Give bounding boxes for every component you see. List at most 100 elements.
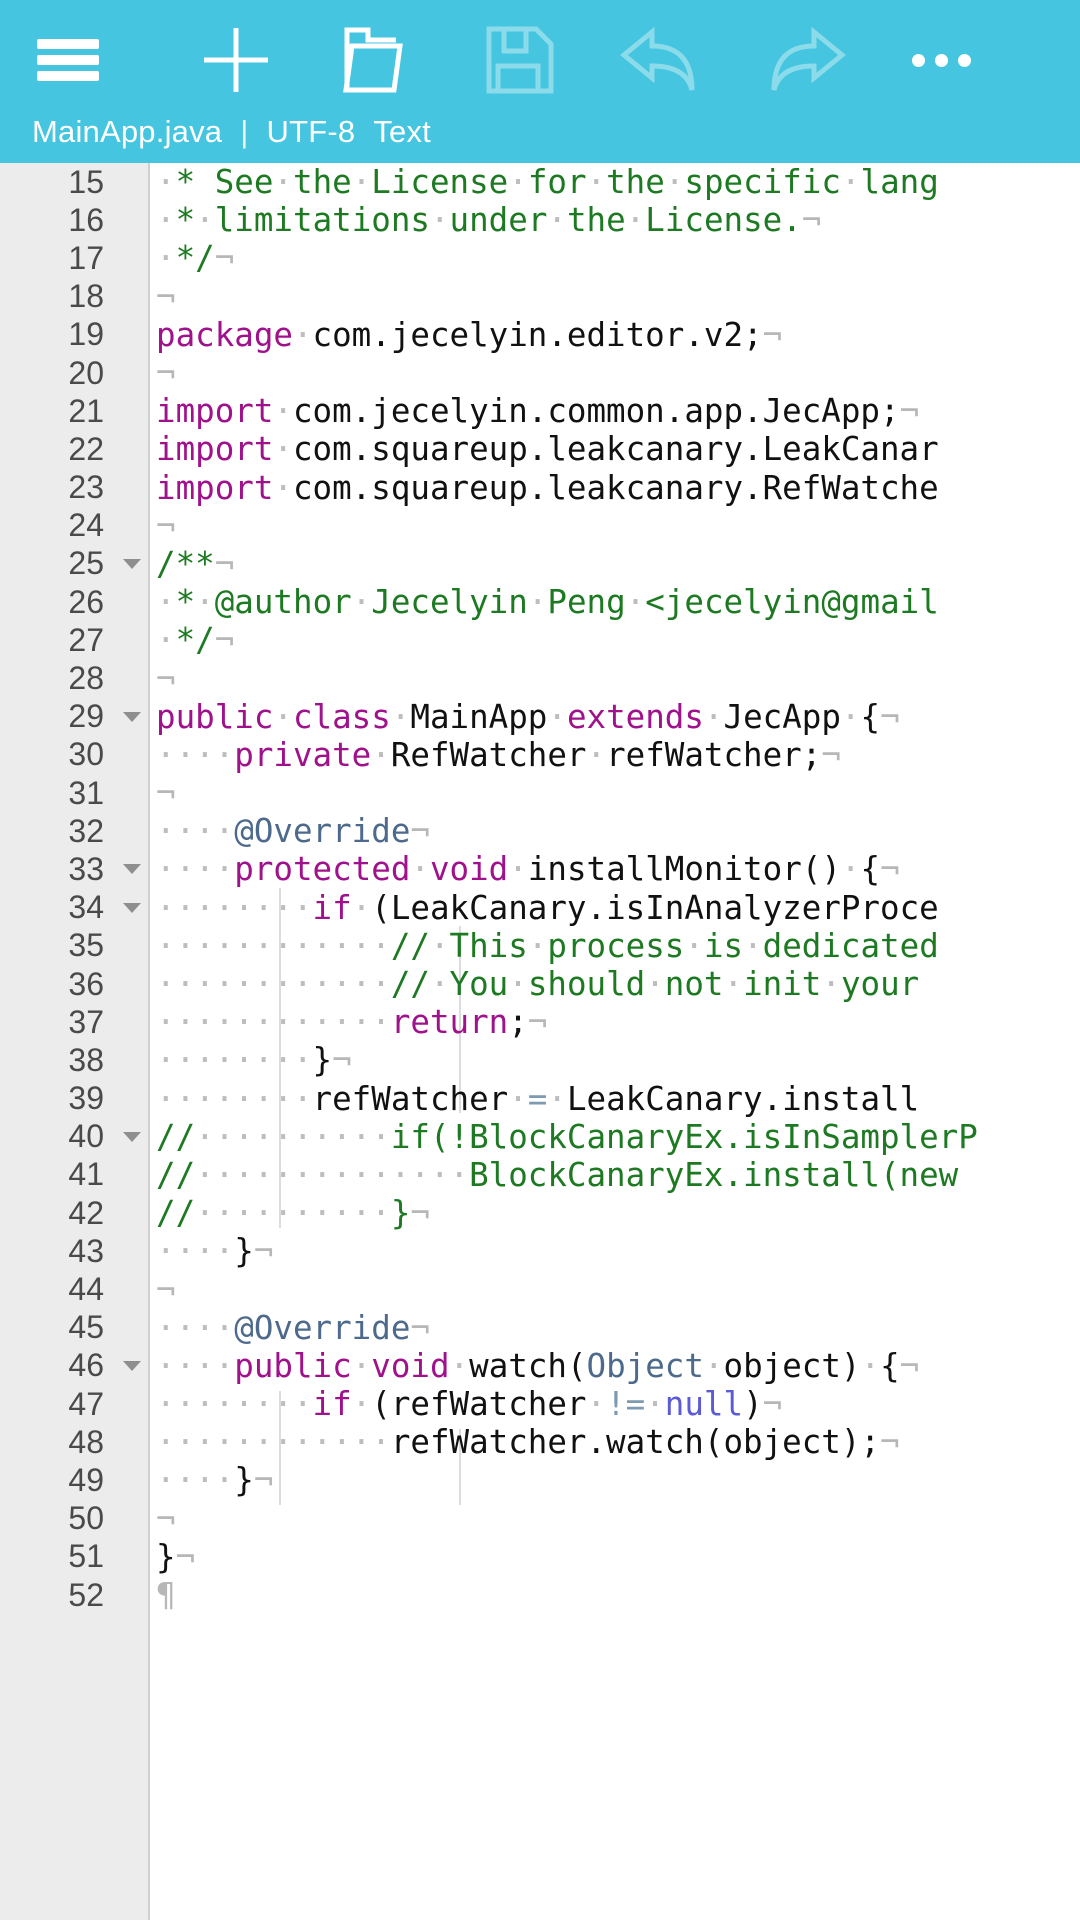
code-line-row[interactable]: 51 }¬ <box>0 1538 1080 1576</box>
code-line-row[interactable]: 30 ····private·RefWatcher·refWatcher;¬ <box>0 736 1080 774</box>
code-token: } <box>234 1232 254 1271</box>
line-number: 51 <box>68 1538 104 1575</box>
code-fold-toggle[interactable] <box>112 1131 152 1142</box>
code-line-row[interactable]: 20 ¬ <box>0 354 1080 392</box>
code-fold-toggle[interactable] <box>112 902 152 913</box>
code-line-text[interactable]: ·*/¬ <box>152 239 1080 277</box>
code-line-row[interactable]: 17 ·*/¬ <box>0 239 1080 277</box>
code-line-row[interactable]: 49 ····}¬ <box>0 1461 1080 1499</box>
code-line-text[interactable]: //··············BlockCanaryEx.install(ne… <box>152 1156 1080 1194</box>
code-fold-toggle[interactable] <box>112 558 152 569</box>
code-line-row[interactable]: 52 ¶ <box>0 1576 1080 1614</box>
code-line-text[interactable]: //··········if(!BlockCanaryEx.isInSample… <box>152 1118 1080 1156</box>
code-line-row[interactable]: 40 //··········if(!BlockCanaryEx.isInSamp… <box>0 1118 1080 1156</box>
code-line-row[interactable]: 33 ····protected·void·installMonitor()·{¬ <box>0 850 1080 888</box>
code-line-text[interactable]: ¬ <box>152 1271 1080 1309</box>
code-fold-toggle[interactable] <box>112 864 152 875</box>
code-token: · <box>664 163 685 202</box>
code-line-text[interactable]: ·*·@author·Jecelyin·Peng·<jecelyin@gmail <box>152 583 1080 621</box>
code-token: not <box>664 965 724 1004</box>
code-line-text[interactable]: //··········}¬ <box>152 1194 1080 1232</box>
code-line-text[interactable]: ·*·limitations·under·the·License.¬ <box>152 201 1080 239</box>
code-line-text[interactable]: public·class·MainApp·extends·JecApp·{¬ <box>152 698 1080 736</box>
code-line-row[interactable]: 39 ········refWatcher·=·LeakCanary.instal… <box>0 1080 1080 1118</box>
code-line-row[interactable]: 47 ········if·(refWatcher·!=·null)¬ <box>0 1385 1080 1423</box>
code-token: <jecelyin@gmail <box>645 583 939 622</box>
code-line-row[interactable]: 28 ¬ <box>0 659 1080 698</box>
code-line-row[interactable]: 16 ·*·limitations·under·the·License.¬ <box>0 201 1080 239</box>
code-line-text[interactable]: ············//·You·should·not·init·your <box>152 965 1080 1003</box>
code-line-row[interactable]: 25 /**¬ <box>0 545 1080 583</box>
code-line-text[interactable]: ····public·void·watch(Object·object)·{¬ <box>152 1347 1080 1385</box>
code-line-row[interactable]: 23 import·com.squareup.leakcanary.RefWatc… <box>0 469 1080 507</box>
floppy-disk-icon <box>486 26 554 94</box>
code-line-row[interactable]: 50 ¬ <box>0 1500 1080 1538</box>
code-line-text[interactable]: import·com.squareup.leakcanary.RefWatche <box>152 469 1080 507</box>
code-token: if(!BlockCanaryEx.isInSamplerP <box>390 1117 978 1156</box>
code-line-row[interactable]: 22 import·com.squareup.leakcanary.LeakCan… <box>0 430 1080 468</box>
code-line-text[interactable]: ········refWatcher·=·LeakCanary.install <box>152 1080 1080 1118</box>
code-line-row[interactable]: 19 package·com.jecelyin.editor.v2;¬ <box>0 316 1080 354</box>
code-line-text[interactable]: ¬ <box>152 660 1080 698</box>
code-token: } <box>312 1041 333 1080</box>
code-line-row[interactable]: 18 ¬ <box>0 278 1080 316</box>
code-line-text[interactable]: ¬ <box>152 774 1080 812</box>
code-line-row[interactable]: 46 ····public·void·watch(Object·object)·{… <box>0 1347 1080 1385</box>
line-number: 38 <box>68 1041 104 1078</box>
line-number: 24 <box>68 507 104 544</box>
folder-open-icon <box>343 27 403 93</box>
code-editor-area[interactable]: 15 ·* See·the·License·for·the·specific·la… <box>0 163 1080 1920</box>
code-line-text[interactable]: ····protected·void·installMonitor()·{¬ <box>152 850 1080 888</box>
code-line-text[interactable]: /**¬ <box>152 545 1080 583</box>
code-line-text[interactable]: package·com.jecelyin.editor.v2;¬ <box>152 316 1080 354</box>
code-token: ············ <box>156 1003 391 1042</box>
code-line-text[interactable]: import·com.jecelyin.common.app.JecApp;¬ <box>152 392 1080 430</box>
code-fold-toggle[interactable] <box>112 711 152 722</box>
code-fold-toggle[interactable] <box>112 1360 152 1371</box>
code-line-row[interactable]: 34 ········if·(LeakCanary.isInAnalyzerPro… <box>0 889 1080 927</box>
code-line-row[interactable]: 38 ········}¬ <box>0 1041 1080 1079</box>
code-line-text[interactable]: ········if·(LeakCanary.isInAnalyzerProce <box>152 889 1080 927</box>
code-token: limitations <box>214 201 430 240</box>
code-line-text[interactable]: ····}¬ <box>152 1232 1080 1270</box>
code-line-text[interactable]: ····@Override¬ <box>152 812 1080 850</box>
code-line-text[interactable]: ¬ <box>152 278 1080 316</box>
code-line-row[interactable]: 32 ····@Override¬ <box>0 812 1080 850</box>
code-line-text[interactable]: ¬ <box>152 1500 1080 1538</box>
code-line-text[interactable]: ········if·(refWatcher·!=·null)¬ <box>152 1385 1080 1423</box>
code-line-text[interactable]: ····private·RefWatcher·refWatcher;¬ <box>152 736 1080 774</box>
code-line-row[interactable]: 24 ¬ <box>0 507 1080 545</box>
code-line-row[interactable]: 44 ¬ <box>0 1270 1080 1309</box>
code-line-text[interactable]: ¬ <box>152 507 1080 545</box>
code-line-text[interactable]: ·* See·the·License·for·the·specific·lang <box>152 163 1080 201</box>
code-line-text[interactable]: ¬ <box>152 354 1080 392</box>
code-token: · <box>351 163 372 202</box>
code-line-row[interactable]: 29 public·class·MainApp·extends·JecApp·{¬ <box>0 698 1080 736</box>
code-line-row[interactable]: 41 //··············BlockCanaryEx.install(… <box>0 1156 1080 1194</box>
code-line-text[interactable]: ····@Override¬ <box>152 1309 1080 1347</box>
code-line-row[interactable]: 45 ····@Override¬ <box>0 1309 1080 1347</box>
code-line-text[interactable]: ····}¬ <box>152 1461 1080 1499</box>
code-line-row[interactable]: 31 ¬ <box>0 774 1080 812</box>
code-line-text[interactable]: ¶ <box>152 1576 1080 1614</box>
code-line-text[interactable]: }¬ <box>152 1538 1080 1576</box>
code-line-text[interactable]: ············//·This·process·is·dedicated <box>152 927 1080 965</box>
code-line-text[interactable]: ············return;¬ <box>152 1003 1080 1041</box>
code-line-row[interactable]: 21 import·com.jecelyin.common.app.JecApp;… <box>0 392 1080 430</box>
code-line-text[interactable]: ············refWatcher.watch(object);¬ <box>152 1423 1080 1461</box>
code-line-text[interactable]: ········}¬ <box>152 1041 1080 1079</box>
code-line-row[interactable]: 27 ·*/¬ <box>0 621 1080 659</box>
code-line-row[interactable]: 36 ············//·You·should·not·init·you… <box>0 965 1080 1003</box>
code-token: · <box>547 1079 567 1118</box>
code-line-text[interactable]: ·*/¬ <box>152 621 1080 659</box>
code-line-row[interactable]: 43 ····}¬ <box>0 1232 1080 1270</box>
code-line-row[interactable]: 42 //··········}¬ <box>0 1194 1080 1232</box>
code-token: specific <box>684 163 841 202</box>
code-line-row[interactable]: 35 ············//·This·process·is·dedicat… <box>0 927 1080 965</box>
code-line-row[interactable]: 15 ·* See·the·License·for·the·specific·la… <box>0 163 1080 201</box>
code-line-row[interactable]: 48 ············refWatcher.watch(object);¬ <box>0 1423 1080 1461</box>
code-line-row[interactable]: 37 ············return;¬ <box>0 1003 1080 1041</box>
code-line-text[interactable]: import·com.squareup.leakcanary.LeakCanar <box>152 430 1080 468</box>
code-line-row[interactable]: 26 ·*·@author·Jecelyin·Peng·<jecelyin@gma… <box>0 583 1080 621</box>
code-token: refWatcher; <box>606 735 822 774</box>
